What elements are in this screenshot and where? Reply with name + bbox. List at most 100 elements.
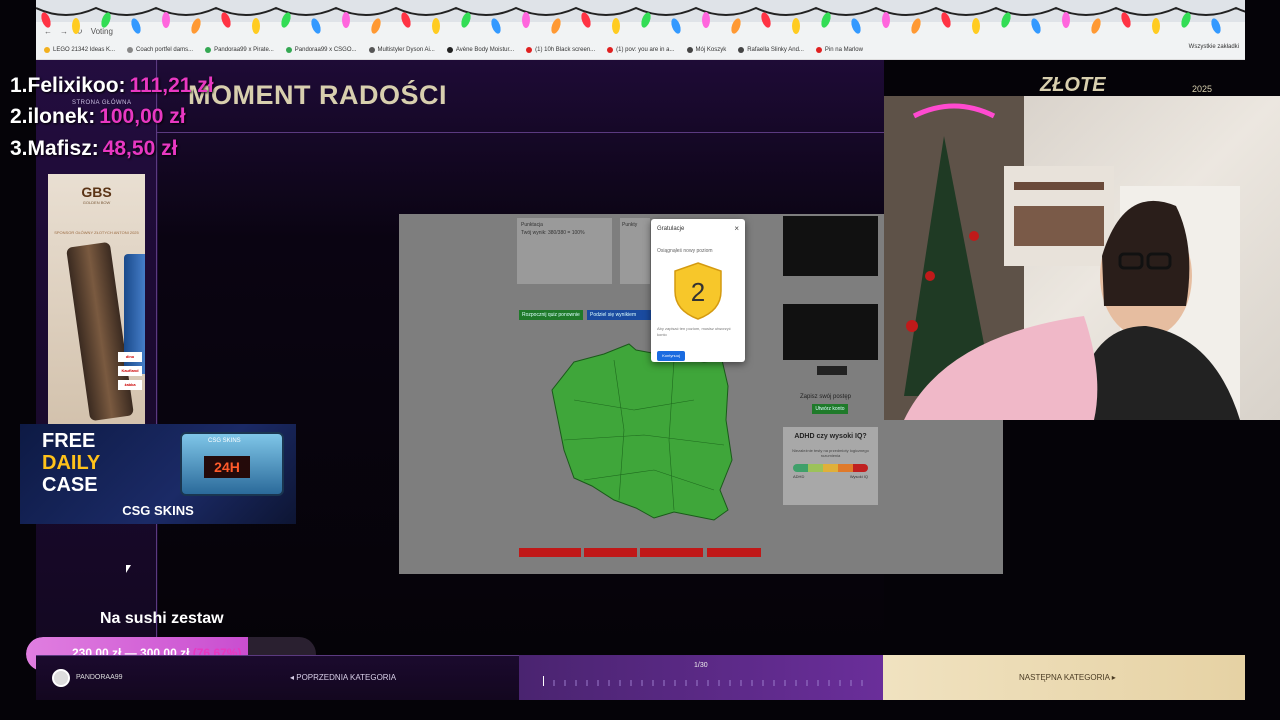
bookmark-label: Pandoraa99 x CSGO... (294, 47, 357, 53)
bookmark-favicon-icon (815, 47, 822, 53)
webcam-feed (884, 96, 1280, 420)
result-cell (584, 548, 637, 557)
bookmark-favicon-icon (738, 47, 745, 53)
score-value: Twój wynik: 380/380 = 100% (521, 230, 585, 236)
all-bookmarks-link[interactable]: Wszystkie zakładki (1189, 44, 1239, 50)
result-cell (519, 548, 581, 557)
forward-icon[interactable]: → (60, 27, 68, 36)
sponsor-banner: GBS GOLDEN BOW SPONSOR GŁÓWNY ZŁOTYCH AN… (48, 174, 145, 424)
stream-frame: ← → ↻ Voting LEGO 21342 Ideas K... Coach … (0, 0, 1280, 720)
category-counter: 1/30 (694, 662, 708, 669)
bookmark-favicon-icon (127, 47, 134, 53)
sponsor-logo: GBS (81, 184, 112, 200)
tab-title: Voting (90, 26, 113, 36)
modal-title: Gratulacje (657, 226, 685, 232)
widget-description: Niezależnie testy na przedmioty logiczne… (792, 448, 869, 458)
address-bar[interactable]: ← → ↻ Voting (36, 22, 1245, 40)
partner-logo: żabka (118, 380, 142, 390)
share-result-button[interactable]: Podziel się wynikiem (587, 310, 651, 320)
next-category-label: NASTĘPNA KATEGORIA ▸ (1019, 673, 1116, 682)
bookmark-favicon-icon (368, 47, 375, 53)
mouse-cursor-icon (126, 565, 131, 573)
ad-headline: FREE DAILY CASE (42, 430, 101, 496)
score-card: Punktacja Twój wynik: 380/380 = 100% (517, 218, 612, 284)
bookmark-favicon-icon (686, 47, 693, 53)
webcam-image (884, 96, 1240, 420)
video-thumbnail[interactable] (783, 216, 878, 276)
leaderboard-entry: 3.Mafisz: 48,50 zł (10, 137, 178, 160)
level-up-modal: Gratulacje × Osiągnąłeś nowy poziom 2 Ab… (651, 219, 745, 362)
bookmark-favicon-icon (446, 47, 453, 53)
bookmark-label: Pin na Marlow (824, 47, 863, 53)
back-icon[interactable]: ← (44, 27, 52, 36)
points-card: Punkty (620, 218, 650, 284)
video-thumbnail[interactable] (783, 304, 878, 360)
event-title: ZŁOTE (1040, 74, 1106, 96)
goal-title: Na sushi zestaw (100, 610, 224, 627)
bookmark-item[interactable]: (1) 10h Black screen... (526, 47, 595, 53)
create-account-button[interactable]: Utwórz konto (812, 404, 848, 414)
tab-strip (36, 0, 1245, 22)
restart-quiz-button[interactable]: Rozpocznij quiz ponownie (519, 310, 583, 320)
bookmark-label: LEGO 21342 Ideas K... (53, 47, 116, 53)
timer-display: 24H (204, 456, 250, 478)
bookmark-item[interactable]: LEGO 21342 Ideas K... (44, 47, 115, 53)
score-title: Punktacja (521, 222, 543, 228)
partner-logo: dino (118, 352, 142, 362)
adhd-quiz-widget[interactable]: ADHD czy wysoki IQ? Niezależnie testy na… (783, 427, 878, 505)
bookmark-label: Mój Koszyk (695, 47, 727, 53)
bookmark-label: Coach portfel dams... (136, 47, 194, 53)
modal-subtitle: Osiągnąłeś nowy poziom (657, 248, 713, 254)
bookmark-item[interactable]: Pandoraa99 x CSGO... (285, 47, 357, 53)
avatar (52, 669, 70, 687)
bookmark-favicon-icon (285, 47, 292, 53)
sponsor-logo-subtitle: GOLDEN BOW (82, 200, 111, 205)
save-progress-title: Zapisz swój postęp (800, 394, 852, 400)
bookmark-item[interactable]: Pandoraa99 x Piratе... (205, 47, 274, 53)
bookmark-item[interactable]: Rafaella Slinky And... (738, 47, 804, 53)
bookmark-favicon-icon (526, 47, 533, 53)
previous-category-button[interactable]: ◂ POPRZEDNIA KATEGORIA (290, 673, 396, 682)
bookmark-item[interactable]: (1) pov: you are in a... (607, 47, 675, 53)
divider (156, 132, 884, 133)
reload-icon[interactable]: ↻ (76, 27, 83, 36)
sponsor-tagline: SPONSOR GŁÓWNY ZŁOTYCH ANTONI 2025 (54, 230, 139, 235)
partner-logos: dino Kaufland żabka (118, 352, 142, 390)
category-heading: MOMENT RADOŚCI (188, 80, 447, 110)
scale-labels: ADHD Wysoki IQ (793, 474, 868, 479)
free-case-ad[interactable]: FREE DAILY CASE CSG SKINS 24H CSG SKINS (20, 424, 296, 524)
browser-window: ← → ↻ Voting LEGO 21342 Ideas K... Coach … (36, 0, 1245, 60)
bookmark-label: (1) pov: you are in a... (616, 47, 675, 53)
continue-button[interactable]: Kontynuuj (657, 351, 685, 361)
bookmark-label: Avène Body Moistur... (455, 47, 515, 53)
result-cell (707, 548, 761, 557)
bookmark-label: Rafaella Slinky And... (747, 47, 804, 53)
event-year: 2025 (1192, 84, 1213, 94)
small-button[interactable] (817, 366, 847, 375)
chest-label: CSG SKINS (208, 438, 241, 444)
case-chest-image: CSG SKINS 24H (180, 432, 284, 496)
widget-title: ADHD czy wysoki IQ? (794, 433, 867, 440)
shield-badge-icon: 2 (674, 262, 722, 320)
modal-description: Aby zapisać ten poziom, musisz utworzyć … (657, 326, 731, 337)
streamer-username: PANDORAA99 (76, 674, 123, 681)
leaderboard-entry: 2.ilonek: 100,00 zł (10, 105, 186, 128)
bookmarks-bar: LEGO 21342 Ideas K... Coach portfel dams.… (36, 42, 1245, 58)
category-timeline (543, 676, 863, 686)
bookmark-favicon-icon (607, 47, 614, 53)
level-number: 2 (691, 277, 705, 307)
bookmark-item[interactable]: Multistyler Dyson Ai... (368, 47, 435, 53)
bookmark-item[interactable]: Pin na Marlow (815, 47, 863, 53)
bookmark-label: Pandoraa99 x Piratе... (214, 47, 274, 53)
close-icon[interactable]: × (734, 224, 739, 233)
bookmark-item[interactable]: Mój Koszyk (686, 47, 727, 53)
score-scale (793, 464, 868, 472)
ad-brand: CSG SKINS (122, 503, 194, 518)
bookmark-favicon-icon (44, 47, 50, 53)
bookmark-favicon-icon (205, 47, 212, 53)
bookmark-item[interactable]: Coach portfel dams... (127, 47, 193, 53)
leaderboard-entry: 1.Felixikoo: 111,21 zł (10, 74, 214, 97)
poland-map (551, 343, 733, 521)
points-title: Punkty (622, 222, 638, 228)
bookmark-item[interactable]: Avène Body Moistur... (446, 47, 515, 53)
